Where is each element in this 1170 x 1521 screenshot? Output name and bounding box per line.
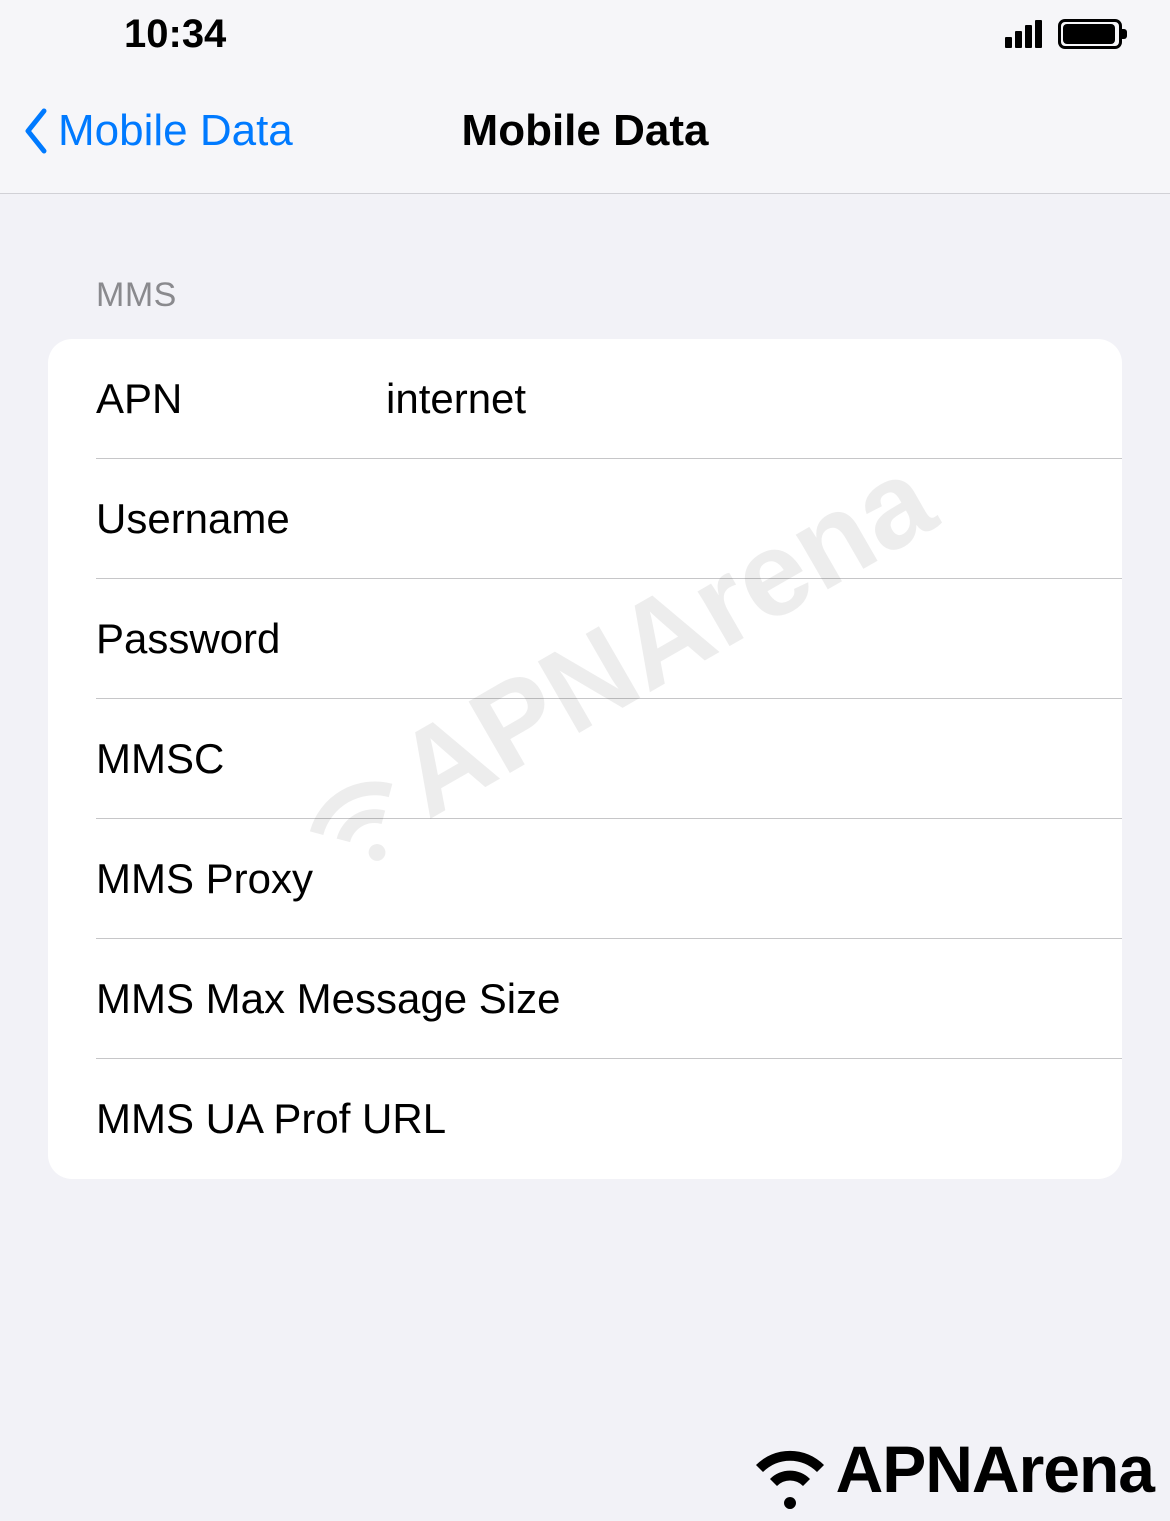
mms-ua-prof-input[interactable] <box>446 1095 1122 1143</box>
setting-row-mms-proxy[interactable]: MMS Proxy <box>48 819 1122 939</box>
wifi-icon <box>740 1429 840 1509</box>
apn-label: APN <box>96 375 386 423</box>
settings-group-mms: APN Username Password MMSC MMS Proxy MMS… <box>48 339 1122 1179</box>
status-bar: 10:34 <box>0 0 1170 68</box>
mms-max-size-input[interactable] <box>560 975 1122 1023</box>
status-indicators <box>1005 19 1122 49</box>
mms-max-size-label: MMS Max Message Size <box>96 975 560 1023</box>
username-input[interactable] <box>386 495 1122 543</box>
setting-row-username[interactable]: Username <box>48 459 1122 579</box>
chevron-left-icon <box>22 107 50 155</box>
mms-proxy-label: MMS Proxy <box>96 855 386 903</box>
battery-icon <box>1058 19 1122 49</box>
back-button-label: Mobile Data <box>58 106 293 156</box>
nav-bar: Mobile Data Mobile Data <box>0 68 1170 194</box>
password-label: Password <box>96 615 386 663</box>
setting-row-apn[interactable]: APN <box>48 339 1122 459</box>
page-title: Mobile Data <box>462 106 709 156</box>
status-time: 10:34 <box>48 12 226 57</box>
setting-row-mmsc[interactable]: MMSC <box>48 699 1122 819</box>
mmsc-label: MMSC <box>96 735 386 783</box>
password-input[interactable] <box>386 615 1122 663</box>
signal-icon <box>1005 20 1042 48</box>
setting-row-password[interactable]: Password <box>48 579 1122 699</box>
section-header-mms: MMS <box>48 194 1122 339</box>
mmsc-input[interactable] <box>386 735 1122 783</box>
mms-proxy-input[interactable] <box>386 855 1122 903</box>
setting-row-mms-ua-prof[interactable]: MMS UA Prof URL <box>48 1059 1122 1179</box>
footer-logo: APNArena <box>740 1429 1154 1509</box>
back-button[interactable]: Mobile Data <box>0 106 293 156</box>
setting-row-mms-max-size[interactable]: MMS Max Message Size <box>48 939 1122 1059</box>
username-label: Username <box>96 495 386 543</box>
mms-ua-prof-label: MMS UA Prof URL <box>96 1095 446 1143</box>
apn-input[interactable] <box>386 375 1122 423</box>
